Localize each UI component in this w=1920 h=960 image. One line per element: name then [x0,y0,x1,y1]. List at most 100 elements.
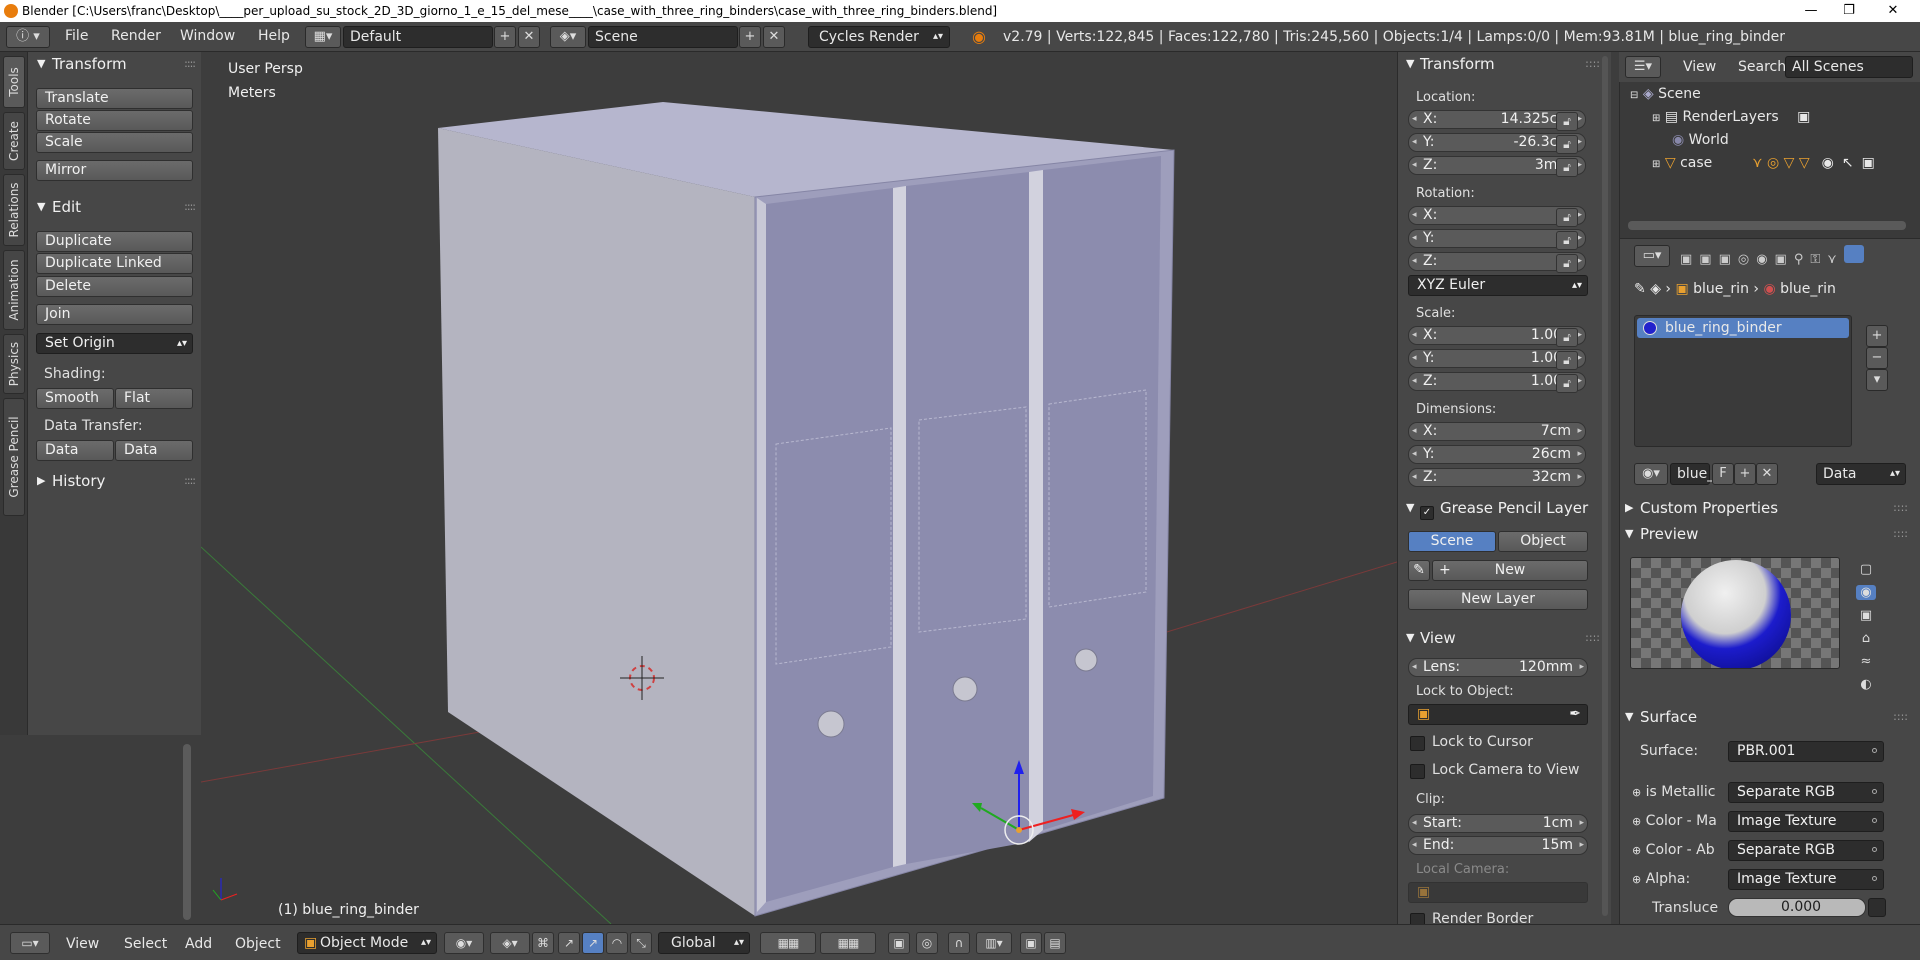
scale-button[interactable]: Scale [36,132,193,153]
material-slot-item[interactable]: blue_ring_binder [1637,318,1849,338]
maximize-button[interactable]: ❐ [1826,0,1872,22]
tab-grease-pencil[interactable]: Grease Pencil [3,398,25,516]
grip-icon[interactable]: :::: [1893,705,1908,729]
clip-end-field[interactable]: ◂ End: 15m ▸ [1408,836,1588,855]
outliner-hscrollbar[interactable] [1628,221,1906,230]
manipulator-active-icon[interactable]: ↗ [582,932,604,954]
layer-buttons-1[interactable]: ▦▦ [760,932,816,954]
remove-scene-icon[interactable]: ✕ [763,26,785,48]
history-panel-header[interactable]: ▶ History:::: [28,469,201,493]
mirror-button[interactable]: Mirror [36,160,193,181]
grease-pencil-layer-header[interactable]: ▼ ✓ Grease Pencil Layer [1398,496,1612,520]
dimension-z-field[interactable]: ◂ Z: 32cm ▸ [1408,468,1586,487]
lock-location-z-icon[interactable]: 🔓︎ [1556,158,1578,177]
grip-icon[interactable]: :::: [1585,52,1600,76]
tab-tools[interactable]: Tools [3,56,25,108]
add-slot-icon[interactable]: + [1866,325,1888,347]
new-material-icon[interactable]: + [1734,463,1756,485]
unlink-material-icon[interactable]: ✕ [1756,463,1778,485]
editor-type-3dview-icon[interactable]: ▭▾ [10,932,50,954]
outliner-editor-type-icon[interactable]: ☰▾ [1625,56,1661,78]
render-anim-icon[interactable]: ▤ [1044,932,1066,954]
expand-icon[interactable]: ⊕ [1632,873,1641,886]
viewport-shading-icon[interactable]: ◉▾ [444,932,484,954]
local-camera-field[interactable]: ▣ [1408,882,1588,903]
view-header[interactable]: ▼ View:::: [1398,626,1612,650]
material-link-select[interactable]: Data ▴▾ [1816,463,1906,485]
grip-icon[interactable]: :::: [1893,496,1908,520]
lock-location-x-icon[interactable]: 🔓︎ [1556,112,1578,131]
duplicate-linked-button[interactable]: Duplicate Linked [36,253,193,274]
input-is-metallic-select[interactable]: Separate RGB [1728,782,1884,803]
cursor-selectable-icon[interactable]: ↖ [1842,155,1854,171]
input-alpha-select[interactable]: Image Texture [1728,869,1884,890]
menu-select[interactable]: Select [124,936,167,952]
render-opengl-icon[interactable]: ▣ [1020,932,1042,954]
eye-visibility-icon[interactable]: ◉ [1822,155,1834,171]
rotate-button[interactable]: Rotate [36,110,193,131]
eyedropper-icon[interactable]: ✒ [1569,705,1581,724]
grip-icon[interactable]: :::: [184,469,196,493]
menu-add[interactable]: Add [185,936,212,952]
preview-header[interactable]: ▼ Preview:::: [1622,522,1912,546]
render-engine-select[interactable]: Cycles Render ▴▾ [808,26,950,48]
tab-animation[interactable]: Animation [3,250,25,330]
remove-layout-icon[interactable]: ✕ [518,26,540,48]
rotation-mode-select[interactable]: XYZ Euler ▴▾ [1408,275,1588,296]
slot-specials-icon[interactable]: ▾ [1866,369,1888,391]
pivot-point-icon[interactable]: ◈▾ [490,932,530,954]
close-button[interactable]: ✕ [1870,0,1916,22]
scene-browse-icon[interactable]: ◈▾ [550,26,586,48]
gp-new-button[interactable]: + New [1432,560,1588,581]
manipulator-translate-icon[interactable]: ↗ [558,932,580,954]
lock-camera-checkbox[interactable]: Lock Camera to View [1410,762,1580,779]
grip-icon[interactable]: :::: [184,52,196,76]
expand-icon[interactable]: ⊕ [1632,844,1641,857]
dimension-x-field[interactable]: ◂ X: 7cm ▸ [1408,422,1586,441]
layer-buttons-2[interactable]: ▦▦ [820,932,876,954]
lens-field[interactable]: ◂ Lens: 120mm ▸ [1408,658,1588,677]
material-browse-icon[interactable]: ◉▾ [1634,463,1668,485]
expand-icon[interactable]: ⊞ [1652,113,1660,124]
material-name-field[interactable]: blue_ [1670,463,1714,485]
material-slot-list[interactable]: blue_ring_binder [1634,315,1852,447]
interaction-mode-select[interactable]: ▣ Object Mode ▴▾ [297,932,437,954]
screen-layout-field[interactable]: Default [343,26,493,48]
surface-header[interactable]: ▼ Surface:::: [1622,705,1912,729]
data-transfer-button[interactable]: Data [36,440,114,461]
tab-relations[interactable]: Relations [3,174,25,246]
outliner-search-menu[interactable]: Search [1738,59,1786,75]
fake-user-button[interactable]: F [1712,463,1734,485]
render-camera-icon[interactable]: ▣ [1862,155,1875,171]
flat-button[interactable]: Flat [115,388,193,409]
3d-viewport[interactable] [201,52,1397,924]
join-button[interactable]: Join [36,304,193,325]
lock-rotation-y-icon[interactable]: 🔓︎ [1556,231,1578,250]
manipulator-toggle-icon[interactable]: ⌘ [532,932,554,954]
expand-icon[interactable]: ⊕ [1632,786,1641,799]
menu-view[interactable]: View [66,936,99,952]
collapse-icon[interactable]: ⊟ [1630,90,1638,101]
preview-type-buttons[interactable]: ▢ ◉ ▣ ⌂ ≈ ◐ [1852,558,1880,698]
tab-physics[interactable]: Physics [3,334,25,394]
outliner-world-row[interactable]: ◉ World [1672,132,1729,148]
data-layout-button[interactable]: Data Layo [115,440,193,461]
expand-icon[interactable]: ⊞ [1652,159,1660,170]
lock-scale-y-icon[interactable]: 🔓︎ [1556,351,1578,370]
gp-new-layer-button[interactable]: New Layer [1408,589,1588,610]
transform-panel-header[interactable]: ▼ Transform:::: [28,52,201,76]
manipulator-scale-icon[interactable]: ⤡ [630,932,652,954]
clip-start-field[interactable]: ◂ Start: 1cm ▸ [1408,814,1588,833]
menu-file[interactable]: File [65,28,88,44]
smooth-button[interactable]: Smooth [36,388,114,409]
outliner-display-mode-select[interactable]: All Scenes [1785,56,1913,78]
gp-scene-button[interactable]: Scene [1408,531,1496,552]
snap-toggle-icon[interactable]: ∩ [948,932,970,954]
add-scene-icon[interactable]: + [739,26,761,48]
layout-browse-icon[interactable]: ▦▾ [305,26,341,48]
gp-object-button[interactable]: Object [1498,531,1588,552]
properties-scrollbar[interactable] [1602,56,1608,916]
outliner-view-menu[interactable]: View [1683,59,1716,75]
lock-scale-z-icon[interactable]: 🔓︎ [1556,374,1578,393]
menu-window[interactable]: Window [180,28,235,44]
